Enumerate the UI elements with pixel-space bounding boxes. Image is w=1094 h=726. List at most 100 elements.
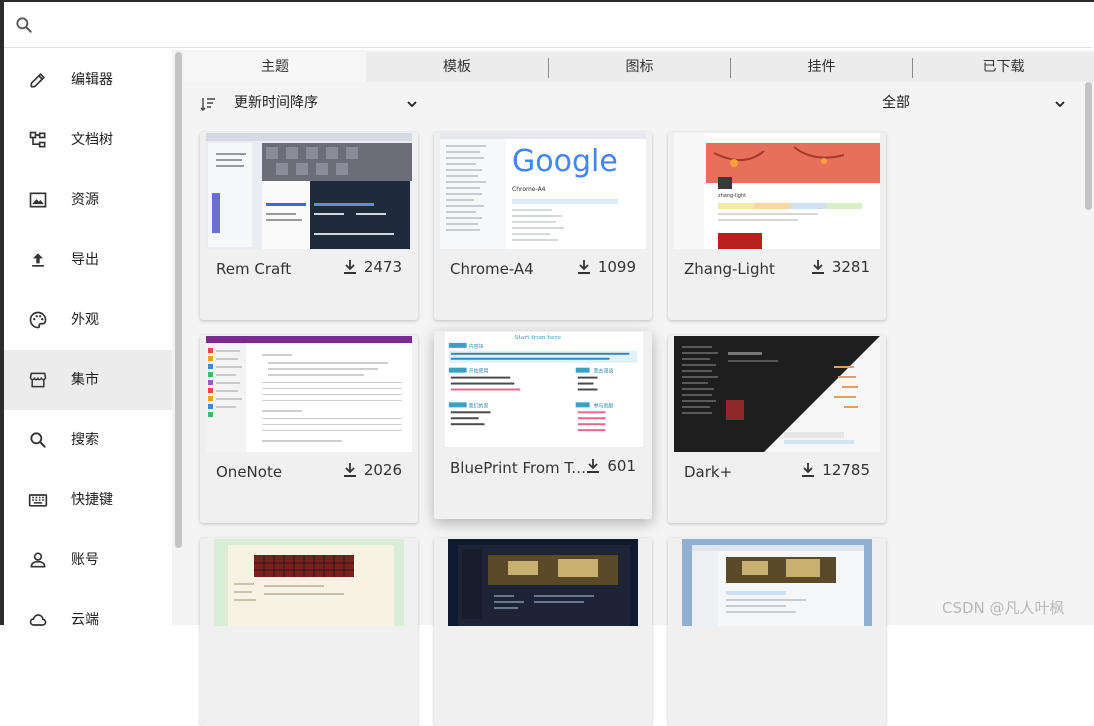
theme-name: Zhang-Light <box>684 260 775 278</box>
download-count: 1099 <box>576 257 636 277</box>
sidebar-item-export[interactable]: 导出 <box>4 230 172 290</box>
download-count-value: 2473 <box>363 258 402 276</box>
sidebar-item-label: 编辑器 <box>71 72 113 88</box>
sidebar-item-label: 搜索 <box>71 432 99 448</box>
theme-card-zhang-light[interactable]: zhang-light Zhang-Light 3281 <box>668 132 886 320</box>
sidebar-item-label: 账号 <box>71 552 99 568</box>
download-count: 3281 <box>810 257 870 277</box>
theme-preview-image <box>214 539 404 626</box>
theme-card[interactable] <box>434 538 652 726</box>
blueprint-section-talk: 我去漫谈 <box>594 368 614 375</box>
theme-card-rem-craft[interactable]: Rem Craft 2473 <box>200 132 418 320</box>
main-scrollbar[interactable] <box>1085 82 1092 210</box>
sidebar-item-doctree[interactable]: 文档树 <box>4 110 172 170</box>
upload-icon <box>32 253 44 267</box>
theme-name: Rem Craft <box>216 260 292 278</box>
theme-name: OneNote <box>216 463 283 481</box>
theme-preview-image <box>682 539 872 626</box>
blueprint-section-start: 开始使用 <box>469 368 489 375</box>
zhang-page-title: zhang-light <box>718 193 746 199</box>
sidebar-item-appearance[interactable]: 外观 <box>4 290 172 350</box>
theme-card[interactable] <box>200 538 418 726</box>
tab-label: 已下载 <box>982 59 1025 75</box>
sort-filter-row: 更新时间降序 全部 <box>184 88 1094 118</box>
theme-preview-image: zhang-light <box>674 133 880 249</box>
sidebar-item-cloud[interactable]: 云端 <box>4 590 172 650</box>
download-count: 2473 <box>342 257 402 277</box>
download-count: 12785 <box>800 460 870 480</box>
blueprint-section-contribute: 参与贡献 <box>594 402 614 409</box>
sort-icon[interactable] <box>200 96 216 112</box>
market-panel: 主题 模板 图标 挂件 已下载 更新时间降序 全部 Rem Craft 2473… <box>184 50 1094 726</box>
keyboard-icon <box>28 494 48 507</box>
download-count-value: 601 <box>607 457 636 475</box>
download-icon <box>577 260 590 274</box>
sidebar: 编辑器 文档树 资源 导出 外观 集市 搜索 快捷键 账号 云端 <box>4 50 172 628</box>
sidebar-item-market[interactable]: 集市 <box>4 350 172 410</box>
theme-preview-image <box>448 539 638 626</box>
search-icon <box>30 432 46 448</box>
chevron-down-icon[interactable] <box>1054 98 1066 110</box>
download-icon <box>811 260 824 274</box>
tab-label: 图标 <box>625 59 654 75</box>
sidebar-item-editor[interactable]: 编辑器 <box>4 50 172 110</box>
search-bar <box>4 2 1092 48</box>
theme-name: Dark+ <box>684 463 733 481</box>
tab-downloaded[interactable]: 已下载 <box>913 52 1094 82</box>
download-icon <box>343 260 356 274</box>
sidebar-item-label: 导出 <box>71 252 99 268</box>
tab-templates[interactable]: 模板 <box>366 52 548 82</box>
download-count-value: 12785 <box>822 461 870 479</box>
sidebar-item-label: 资源 <box>71 192 99 208</box>
chrome-page-title: Chrome-A4 <box>512 186 546 193</box>
tree-icon <box>29 131 46 148</box>
sidebar-item-account[interactable]: 账号 <box>4 530 172 590</box>
sidebar-item-keymap[interactable]: 快捷键 <box>4 470 172 530</box>
download-icon <box>587 459 600 473</box>
chevron-down-icon[interactable] <box>406 98 418 110</box>
tab-label: 模板 <box>443 59 471 75</box>
store-icon <box>29 372 47 388</box>
tab-label: 主题 <box>261 59 289 75</box>
theme-preview-image <box>206 336 412 452</box>
theme-preview-image <box>206 133 412 249</box>
theme-card-dark-plus[interactable]: Dark+ 12785 <box>668 335 886 523</box>
filter-select[interactable]: 全部 <box>882 94 910 112</box>
sidebar-item-label: 文档树 <box>71 132 113 148</box>
user-icon <box>30 552 46 568</box>
download-count: 601 <box>585 456 636 476</box>
sidebar-item-label: 云端 <box>71 612 99 628</box>
theme-card-blueprint[interactable]: Start from here 内容块 开始使用 我去漫谈 我们的家 参与贡献 … <box>434 331 652 519</box>
download-count-value: 3281 <box>831 258 870 276</box>
download-count-value: 2026 <box>363 461 402 479</box>
tab-bar: 主题 模板 图标 挂件 已下载 <box>184 52 1094 82</box>
sidebar-item-label: 外观 <box>71 312 99 328</box>
tab-icons[interactable]: 图标 <box>549 52 730 82</box>
search-icon <box>16 17 32 33</box>
blueprint-section-content: 内容块 <box>469 343 484 350</box>
tab-widgets[interactable]: 挂件 <box>731 52 912 82</box>
sidebar-item-search[interactable]: 搜索 <box>4 410 172 470</box>
theme-preview-image: Start from here 内容块 开始使用 我去漫谈 我们的家 参与贡献 <box>444 332 644 447</box>
cloud-icon <box>29 614 47 626</box>
theme-preview-image: Google Chrome-A4 <box>440 133 646 249</box>
search-input[interactable] <box>48 12 1052 40</box>
theme-card-onenote[interactable]: OneNote 2026 <box>200 335 418 523</box>
blueprint-header: Start from here <box>514 334 561 341</box>
sidebar-item-label: 集市 <box>71 372 99 388</box>
download-count: 2026 <box>342 460 402 480</box>
download-count-value: 1099 <box>597 258 636 276</box>
watermark: CSDN @凡人叶枫 <box>942 599 1065 617</box>
pencil-icon <box>30 73 45 88</box>
sidebar-item-label: 快捷键 <box>71 492 113 508</box>
theme-name: BluePrint From Ts... <box>450 459 590 477</box>
theme-card[interactable] <box>668 538 886 726</box>
theme-name: Chrome-A4 <box>450 260 534 278</box>
download-icon <box>802 463 815 477</box>
tab-label: 挂件 <box>807 59 836 75</box>
tab-themes[interactable]: 主题 <box>184 52 366 82</box>
sidebar-item-assets[interactable]: 资源 <box>4 170 172 230</box>
sidebar-scrollbar[interactable] <box>175 52 182 548</box>
sort-select[interactable]: 更新时间降序 <box>234 94 318 112</box>
theme-card-chrome-a4[interactable]: Google Chrome-A4 Chrome-A4 1099 <box>434 132 652 320</box>
